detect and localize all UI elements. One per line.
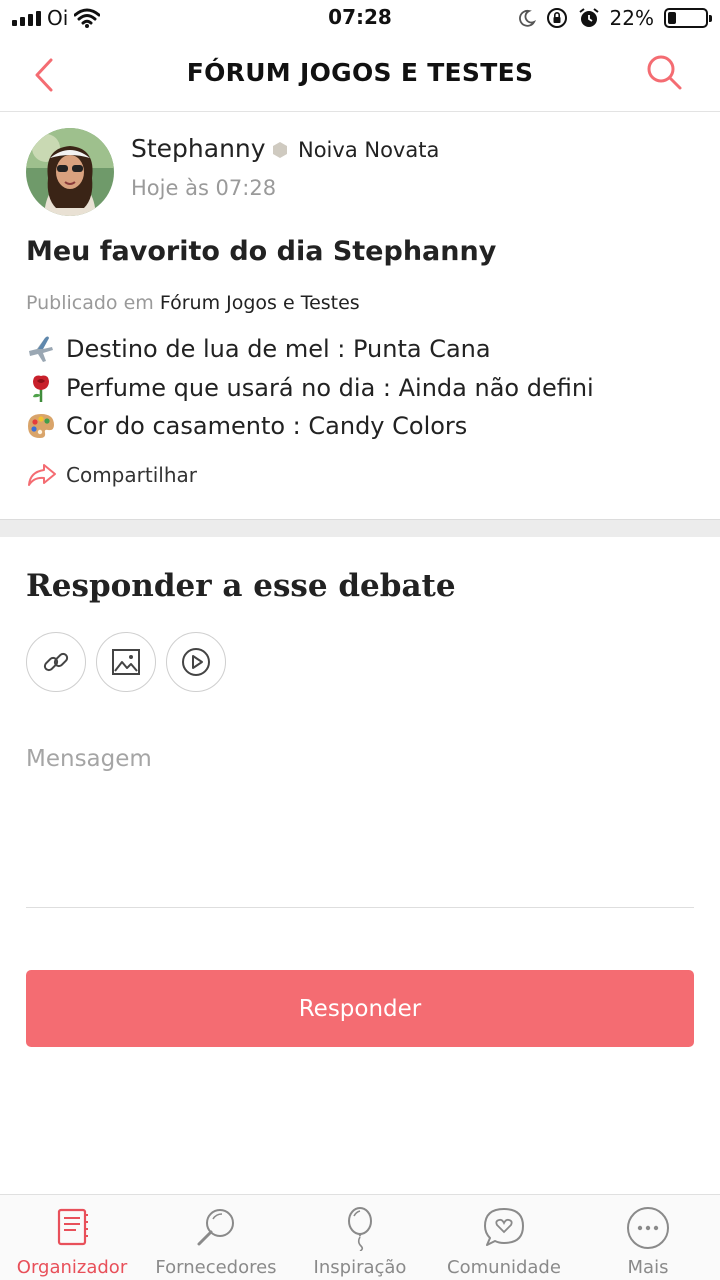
balloon-icon [348,1207,372,1251]
rose-emoji [33,375,49,402]
forum-post: Stephanny Noiva Novata Hoje às 07:28 Meu… [0,112,720,520]
attachment-toolbar [26,632,226,692]
moon-icon [518,9,536,27]
link-icon [43,652,69,672]
post-body-text: Perfume que usará no dia : Ainda não def… [66,373,594,402]
tab-label: Mais [627,1257,669,1278]
battery-percent: 22% [609,6,654,30]
reply-submit-button[interactable]: Responder [26,970,694,1047]
status-right: 22% [518,6,712,30]
planner-icon [57,1208,88,1246]
attach-link-button[interactable] [26,632,86,692]
avatar-image [26,128,114,216]
chat-heart-icon [484,1208,524,1246]
avatar[interactable] [26,128,114,216]
published-in: Publicado em Fórum Jogos e Testes [26,292,360,314]
rotation-lock-icon [546,8,567,28]
airplane-emoji [29,336,53,363]
image-icon [112,649,140,675]
post-body-line: Destino de lua de mel : Punta Cana [26,330,594,369]
alarm-icon [578,8,599,27]
published-prefix: Publicado em [26,292,154,314]
more-icon [627,1207,669,1249]
tab-fornecedores[interactable]: Fornecedores [144,1195,288,1280]
post-body-text: Cor do casamento : Candy Colors [66,412,468,441]
author-name[interactable]: Stephanny [131,134,266,163]
search-icon [647,55,682,90]
tab-label: Comunidade [447,1257,561,1278]
user-level-badge: Noiva Novata [272,138,439,162]
play-icon [182,648,210,676]
share-icon [28,464,56,486]
search-button[interactable] [644,52,684,92]
post-body: Destino de lua de mel : Punta Cana Perfu… [26,330,594,446]
share-label: Compartilhar [66,463,197,487]
post-body-line: Cor do casamento : Candy Colors [26,407,594,446]
back-button[interactable] [24,54,64,94]
tab-label: Organizador [16,1257,128,1278]
forum-link[interactable]: Fórum Jogos e Testes [160,292,360,314]
nav-header: FÓRUM JOGOS E TESTES [0,36,720,112]
tab-organizador[interactable]: Organizador [0,1195,144,1280]
message-input[interactable] [26,738,694,908]
reply-heading: Responder a esse debate [26,568,456,604]
user-level-label: Noiva Novata [298,138,440,162]
attach-image-button[interactable] [96,632,156,692]
post-title: Meu favorito do dia Stephanny [26,236,497,267]
hexagon-icon [273,142,287,158]
battery-icon [664,8,712,28]
page-title: FÓRUM JOGOS E TESTES [186,58,534,87]
magnifier-icon [197,1209,234,1246]
tab-label: Inspiração [313,1257,407,1278]
post-body-text: Destino de lua de mel : Punta Cana [66,335,491,364]
palette-emoji [28,414,54,439]
bottom-tab-bar: Organizador Fornecedores Inspiração Comu… [0,1194,720,1280]
tab-inspiracao[interactable]: Inspiração [288,1195,432,1280]
battery-fill [668,12,676,24]
status-bar: Oi 07:28 22% [0,0,720,36]
tab-label: Fornecedores [155,1257,277,1278]
tab-mais[interactable]: Mais [576,1195,720,1280]
share-button[interactable]: Compartilhar [26,462,197,488]
post-timestamp: Hoje às 07:28 [131,176,277,200]
tab-comunidade[interactable]: Comunidade [432,1195,576,1280]
post-body-line: Perfume que usará no dia : Ainda não def… [26,369,594,408]
chevron-left-icon [35,58,53,92]
attach-video-button[interactable] [166,632,226,692]
section-divider [0,519,720,537]
